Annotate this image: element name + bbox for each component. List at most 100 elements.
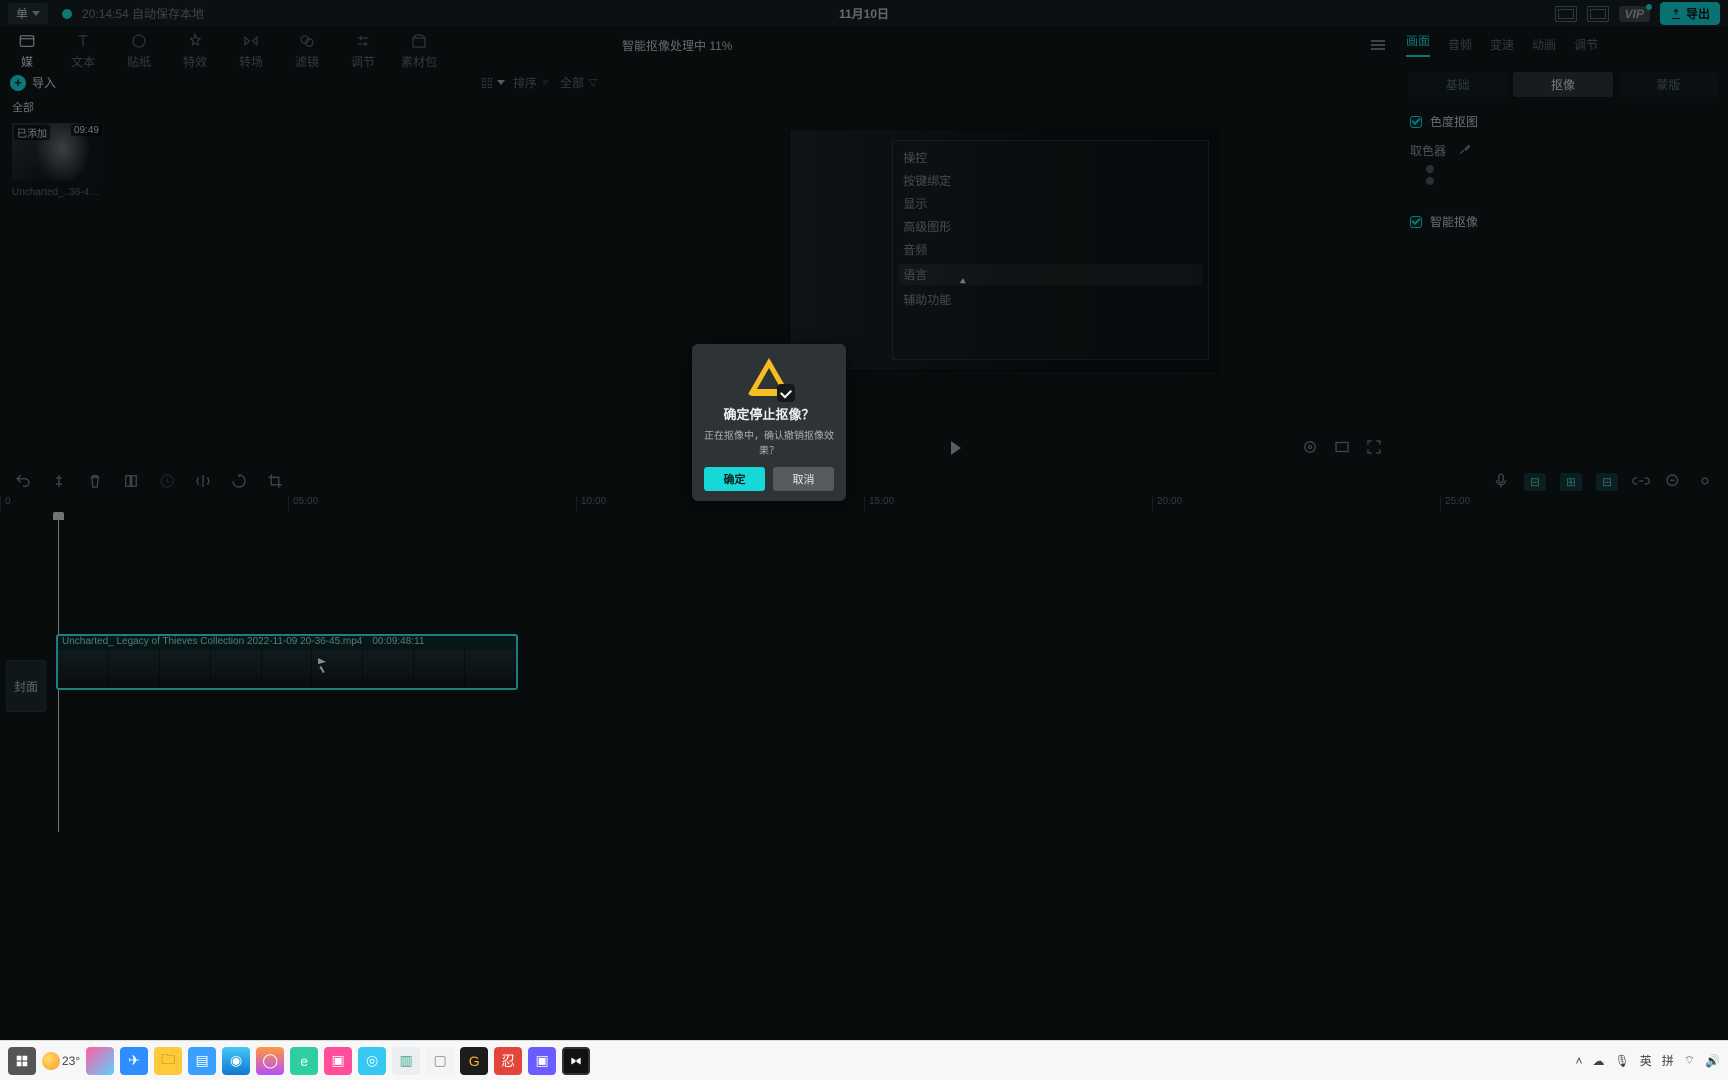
- seg-cutout[interactable]: 抠像: [1513, 72, 1612, 97]
- tab-adjust[interactable]: 调节: [342, 32, 384, 70]
- speed-icon[interactable]: [158, 472, 176, 493]
- rotate-icon[interactable]: [230, 472, 248, 493]
- main-menu[interactable]: 单: [8, 3, 48, 24]
- filter-all[interactable]: 全部: [560, 74, 599, 91]
- project-date: 11月10日: [839, 5, 889, 22]
- media-pool: 媒 文本 贴纸 特效 转场 滤镜 调节 素材包 + 导入 排序 全部 全部: [0, 28, 610, 468]
- layout-icon[interactable]: [1555, 6, 1577, 22]
- taskbar-app-1[interactable]: [86, 1047, 114, 1075]
- import-button[interactable]: + 导入: [10, 74, 56, 91]
- tab-speed[interactable]: 变速: [1490, 36, 1514, 53]
- export-label: 导出: [1686, 5, 1710, 22]
- tab-adjust2[interactable]: 调节: [1574, 36, 1598, 53]
- tab-effect[interactable]: 特效: [174, 32, 216, 70]
- taskbar-app-9[interactable]: G: [460, 1047, 488, 1075]
- mirror-icon[interactable]: [194, 472, 212, 493]
- firefox-icon[interactable]: ◯: [256, 1047, 284, 1075]
- preview-canvas[interactable]: 操控 按键绑定 显示 高级图形 音频 语言 辅助功能: [789, 129, 1219, 371]
- view-grid[interactable]: [480, 76, 505, 90]
- tab-sticker[interactable]: 贴纸: [118, 32, 160, 70]
- clip-title: Uncharted_ Legacy of Thieves Collection …: [62, 636, 362, 650]
- undo-icon[interactable]: [14, 472, 32, 493]
- picker-label: 取色器: [1410, 142, 1446, 159]
- timeline-tracks[interactable]: 封面 Uncharted_ Legacy of Thieves Collecti…: [0, 512, 1728, 1040]
- tray-cloud-icon[interactable]: ☁: [1593, 1054, 1605, 1068]
- tab-picture[interactable]: 画面: [1406, 32, 1430, 57]
- taskbar-app-6[interactable]: ◎: [358, 1047, 386, 1075]
- taskbar-app-10[interactable]: 忍: [494, 1047, 522, 1075]
- tab-text[interactable]: 文本: [62, 32, 104, 70]
- tab-filter[interactable]: 滤镜: [286, 32, 328, 70]
- delete-icon[interactable]: [86, 472, 104, 493]
- link-icon[interactable]: [1632, 472, 1650, 493]
- confirm-button[interactable]: 确定: [704, 467, 765, 491]
- tray-chevron-icon[interactable]: ˄: [1575, 1054, 1582, 1068]
- fullscreen-icon[interactable]: [1365, 438, 1383, 459]
- magnet-right-icon[interactable]: ⊟: [1596, 473, 1618, 491]
- crop-split-icon[interactable]: [122, 472, 140, 493]
- seg-mask[interactable]: 蒙版: [1619, 72, 1718, 97]
- ratio-icon[interactable]: [1333, 438, 1351, 459]
- edge-icon[interactable]: ◉: [222, 1047, 250, 1075]
- taskbar-app-8[interactable]: ▢: [426, 1047, 454, 1075]
- timeline-ruler[interactable]: 0 05:00 10:00 15:00 20:00 25:00: [0, 496, 1728, 512]
- taskbar-app-2[interactable]: ✈: [120, 1047, 148, 1075]
- tab-transition[interactable]: 转场: [230, 32, 272, 70]
- cancel-button[interactable]: 取消: [773, 467, 834, 491]
- media-clip-thumb[interactable]: 已添加 09:49 Uncharted_..36-45.mp4: [12, 123, 104, 198]
- mic-icon[interactable]: [1492, 472, 1510, 493]
- smart-label: 智能抠像: [1430, 213, 1478, 230]
- focus-icon[interactable]: [1301, 438, 1319, 459]
- wifi-icon[interactable]: ⌔: [1684, 1053, 1695, 1068]
- play-button[interactable]: [951, 441, 961, 455]
- tab-media[interactable]: 媒: [6, 32, 48, 70]
- magnet-icon[interactable]: ⊞: [1560, 473, 1582, 491]
- taskbar-app-11[interactable]: ▣: [528, 1047, 556, 1075]
- eyedropper-icon[interactable]: [1458, 142, 1472, 159]
- split-icon[interactable]: [50, 472, 68, 493]
- aspect-icon[interactable]: [1587, 6, 1609, 22]
- checkbox-icon[interactable]: [1410, 216, 1422, 228]
- titlebar: 单 20:14:54 自动保存本地 11月10日 VIP 导出: [0, 0, 1728, 28]
- sort-button[interactable]: 排序: [513, 74, 552, 91]
- sun-icon: [42, 1052, 60, 1070]
- tray-mic-icon[interactable]: 🎙: [1615, 1054, 1630, 1068]
- explorer-icon[interactable]: 🗀: [154, 1047, 182, 1075]
- plus-icon: +: [10, 75, 26, 91]
- slider-1[interactable]: [1398, 165, 1728, 177]
- chroma-row[interactable]: 色度抠图: [1398, 107, 1728, 136]
- taskbar-app-3[interactable]: ▤: [188, 1047, 216, 1075]
- checkbox-icon[interactable]: [1410, 116, 1422, 128]
- magnet-left-icon[interactable]: ⊟: [1524, 473, 1546, 491]
- export-button[interactable]: 导出: [1660, 2, 1720, 25]
- tab-anim[interactable]: 动画: [1532, 36, 1556, 53]
- taskbar-app-5[interactable]: ▣: [324, 1047, 352, 1075]
- weather-widget[interactable]: 23°: [42, 1052, 80, 1070]
- smart-row[interactable]: 智能抠像: [1398, 207, 1728, 236]
- start-icon[interactable]: [8, 1047, 36, 1075]
- timeline-clip[interactable]: Uncharted_ Legacy of Thieves Collection …: [56, 634, 518, 690]
- zoom-out-icon[interactable]: [1664, 472, 1682, 493]
- crop-icon[interactable]: [266, 472, 284, 493]
- chevron-down-icon: [497, 80, 505, 85]
- tab-pack[interactable]: 素材包: [398, 32, 440, 70]
- inspector-panel: 画面 音频 变速 动画 调节 基础 抠像 蒙版 色度抠图 取色器: [1398, 28, 1728, 468]
- volume-icon[interactable]: 🔊: [1705, 1054, 1720, 1068]
- pool-breadcrumb[interactable]: 全部: [0, 97, 609, 117]
- autosave-indicator-icon: [62, 9, 72, 19]
- vip-badge[interactable]: VIP: [1619, 6, 1650, 22]
- taskbar-app-4[interactable]: e: [290, 1047, 318, 1075]
- main-menu-label: 单: [16, 5, 28, 22]
- processing-status: 智能抠像处理中 11%: [622, 37, 732, 54]
- clip-timecode: 00:09:48:11: [372, 636, 424, 650]
- zoom-target-icon[interactable]: [1696, 472, 1714, 493]
- slider-2[interactable]: [1398, 177, 1728, 189]
- cover-button[interactable]: 封面: [6, 660, 46, 712]
- taskbar-app-7[interactable]: ▥: [392, 1047, 420, 1075]
- seg-basic[interactable]: 基础: [1408, 72, 1507, 97]
- tab-audio[interactable]: 音频: [1448, 36, 1472, 53]
- ime-lang[interactable]: 英: [1640, 1052, 1652, 1069]
- ime-mode[interactable]: 拼: [1662, 1052, 1674, 1069]
- capcut-icon[interactable]: [562, 1047, 590, 1075]
- preview-menu-icon[interactable]: [1371, 40, 1385, 50]
